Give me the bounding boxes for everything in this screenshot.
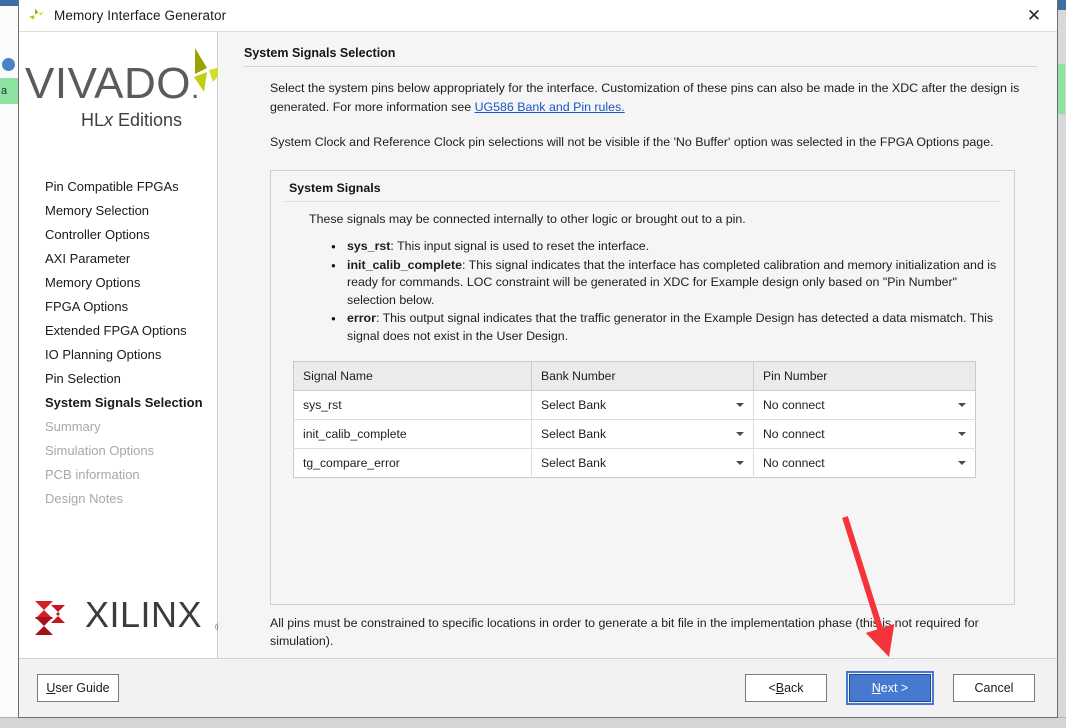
pin-number-select-2[interactable]: No connect: [754, 449, 976, 478]
xilinx-mark-icon: [33, 598, 75, 638]
chevron-down-icon: [958, 461, 966, 465]
bank-number-select-1[interactable]: Select Bank: [531, 419, 754, 449]
system-signals-lead-text: These signals may be connected internall…: [309, 212, 746, 226]
table-row: sys_rst Select Bank No connect: [293, 390, 976, 420]
dialog-body: VIVADO. HLx Editions Pin Compatible FPGA…: [19, 32, 1057, 658]
pin-constraint-footnote: All pins must be constrained to specific…: [270, 616, 979, 648]
sidebar-item-io-planning-options[interactable]: IO Planning Options: [19, 343, 217, 367]
sidebar-item-pin-compatible-fpgas[interactable]: Pin Compatible FPGAs: [19, 175, 217, 199]
back-label: ack: [784, 681, 804, 695]
sidebar-item-simulation-options: Simulation Options: [45, 443, 155, 458]
column-header-pin-number: Pin Number: [753, 361, 976, 391]
sidebar-item-fpga-options[interactable]: FPGA Options: [19, 295, 217, 319]
vivado-product-name: VIVADO: [25, 59, 192, 108]
edition-suffix: Editions: [113, 110, 183, 130]
sidebar-item-design-notes: Design Notes: [45, 491, 124, 506]
background-window-left-strip: [0, 0, 19, 728]
user-guide-button[interactable]: User Guide: [37, 674, 119, 702]
pin-number-select-1[interactable]: No connect: [753, 419, 976, 449]
signal-description-list: sys_rst: This input signal is used to re…: [331, 238, 1000, 345]
memory-interface-generator-dialog: Memory Interface Generator ✕ VIVADO. HLx…: [18, 0, 1058, 718]
close-icon[interactable]: ✕: [1011, 0, 1057, 31]
pin-number-select-0[interactable]: No connect: [753, 390, 976, 420]
pin-number-value-0: No connect: [763, 398, 825, 412]
cell-signal-name-2: tg_compare_error: [293, 448, 532, 478]
xilinx-logo: XILINX ®: [19, 582, 222, 658]
table-header-row: Signal Name Bank Number Pin Number: [293, 361, 976, 391]
sidebar-item-controller-options[interactable]: Controller Options: [19, 223, 217, 247]
cancel-button[interactable]: Cancel: [953, 674, 1035, 702]
sidebar-item-extended-fpga-options[interactable]: Extended FPGA Options: [19, 319, 217, 343]
main-content: System Signals Selection Select the syst…: [218, 32, 1057, 658]
dialog-titlebar: Memory Interface Generator ✕: [19, 0, 1057, 32]
ug586-bank-and-pin-rules-link[interactable]: UG586 Bank and Pin rules.: [475, 100, 625, 114]
pin-number-value-2: No connect: [763, 456, 825, 470]
bank-number-value-0: Select Bank: [541, 398, 607, 412]
vivado-edition: HLx Editions: [81, 110, 182, 131]
table-row: tg_compare_error Select Bank No connect: [293, 448, 976, 478]
xilinx-wordmark: XILINX: [85, 594, 203, 635]
intro-paragraph: Select the system pins below appropriate…: [270, 79, 1037, 117]
back-prefix: <: [768, 681, 776, 695]
edition-italic: x: [104, 110, 114, 130]
bank-number-select-0[interactable]: Select Bank: [531, 390, 754, 420]
sidebar-item-summary: Summary: [45, 419, 101, 434]
background-highlight-right: [1057, 64, 1065, 114]
system-signals-table: Signal Name Bank Number Pin Number sys_r…: [293, 361, 976, 478]
user-guide-label: ser Guide: [55, 681, 110, 695]
sidebar-item-pcb-information: PCB information: [45, 467, 140, 482]
background-window-titlebar: [0, 0, 18, 6]
back-mnemonic: B: [775, 681, 785, 695]
dialog-title: Memory Interface Generator: [54, 8, 227, 23]
cell-signal-name-1: init_calib_complete: [293, 419, 532, 449]
browser-globe-icon: [2, 58, 15, 71]
wizard-sidebar: VIVADO. HLx Editions Pin Compatible FPGA…: [19, 32, 228, 658]
sidebar-item-memory-options[interactable]: Memory Options: [19, 271, 217, 295]
bank-number-select-2[interactable]: Select Bank: [531, 448, 754, 478]
navigation-button-group: < Back Next > Cancel: [745, 671, 1035, 705]
list-item: sys_rst: This input signal is used to re…: [331, 238, 1000, 256]
sidebar-item-system-signals-selection[interactable]: System Signals Selection: [19, 391, 217, 415]
signal-name-sys-rst: sys_rst: [347, 239, 391, 253]
dialog-button-bar: User Guide < Back Next > Cancel: [19, 658, 1057, 717]
intro-text: Select the system pins below appropriate…: [270, 81, 1020, 114]
page-title: System Signals Selection: [244, 46, 1037, 67]
edition-prefix: HL: [81, 110, 105, 130]
chevron-down-icon: [736, 461, 744, 465]
signal-desc-sys-rst: : This input signal is used to reset the…: [390, 239, 650, 253]
sidebar-item-pin-selection[interactable]: Pin Selection: [19, 367, 217, 391]
intro-paragraph-secondary: System Clock and Reference Clock pin sel…: [270, 135, 994, 149]
column-header-bank-number: Bank Number: [531, 361, 754, 391]
chevron-down-icon: [958, 403, 966, 407]
next-label: ext >: [880, 681, 909, 695]
list-item: init_calib_complete: This signal indicat…: [331, 257, 1000, 310]
chevron-down-icon: [958, 432, 966, 436]
vivado-logo: VIVADO. HLx Editions: [19, 32, 228, 157]
chevron-down-icon: [736, 432, 744, 436]
list-item: error: This output signal indicates that…: [331, 310, 1000, 345]
background-highlight-left: a: [0, 78, 18, 104]
wizard-step-list: Pin Compatible FPGAs Memory Selection Co…: [19, 157, 217, 582]
column-header-signal-name: Signal Name: [293, 361, 532, 391]
next-mnemonic: N: [871, 681, 881, 695]
table-row: init_calib_complete Select Bank No conne…: [293, 419, 976, 449]
sidebar-item-memory-selection[interactable]: Memory Selection: [19, 199, 217, 223]
system-signals-group-title: System Signals: [285, 181, 1000, 202]
signal-desc-error: : This output signal indicates that the …: [347, 311, 994, 343]
sidebar-item-axi-parameter[interactable]: AXI Parameter: [19, 247, 217, 271]
back-button[interactable]: < Back: [745, 674, 827, 702]
system-signals-group: System Signals These signals may be conn…: [270, 170, 1015, 605]
bank-number-value-1: Select Bank: [541, 427, 607, 441]
pin-number-value-1: No connect: [763, 427, 825, 441]
user-guide-mnemonic: U: [46, 681, 56, 695]
signal-name-init-calib-complete: init_calib_complete: [347, 257, 462, 272]
chevron-down-icon: [736, 403, 744, 407]
vivado-pinwheel-icon: [27, 7, 45, 25]
cell-signal-name-0: sys_rst: [293, 390, 532, 420]
signal-name-error: error: [347, 311, 376, 325]
background-taskbar: [0, 717, 1066, 728]
bank-number-value-2: Select Bank: [541, 456, 607, 470]
next-button[interactable]: Next >: [846, 671, 934, 705]
